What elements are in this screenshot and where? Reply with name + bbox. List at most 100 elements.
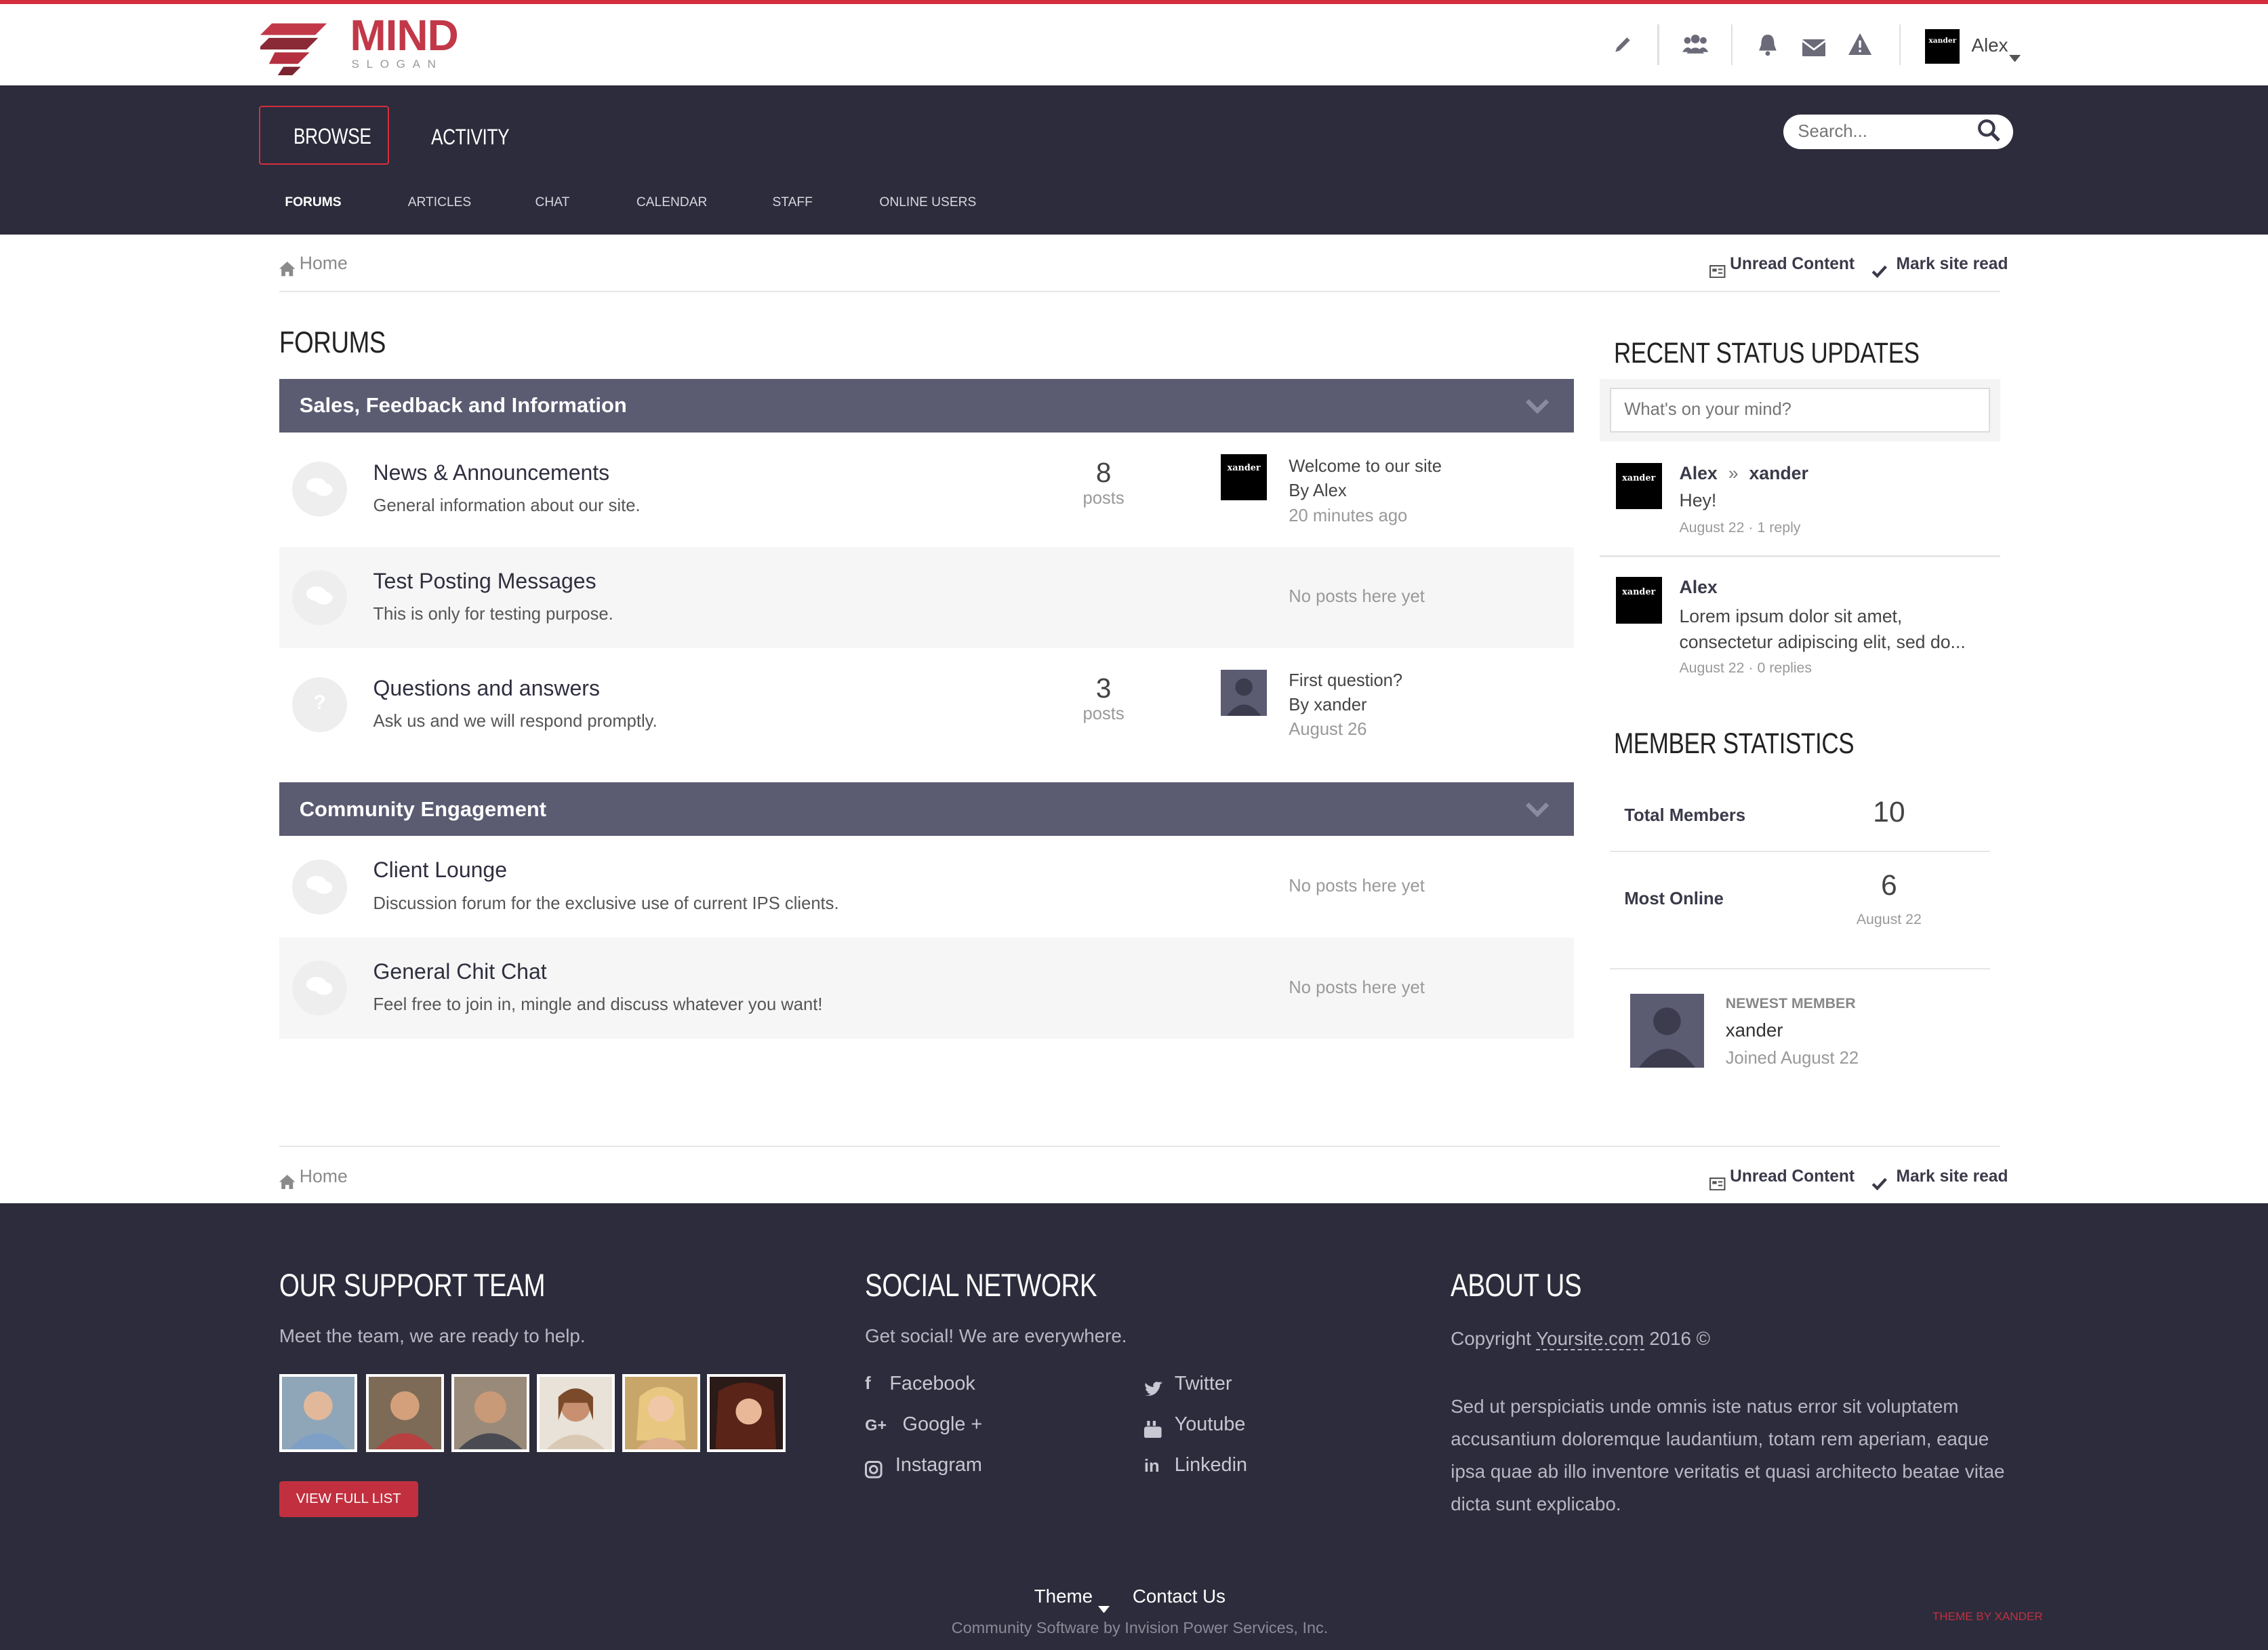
- tab-browse[interactable]: BROWSE: [258, 105, 389, 165]
- twitter-icon: [1143, 1377, 1163, 1403]
- mark-site-read-link[interactable]: Mark site read: [1897, 255, 2008, 274]
- search-icon[interactable]: [1977, 119, 2000, 148]
- forum-icon: [292, 960, 348, 1015]
- category-header[interactable]: Community Engagement: [279, 782, 1574, 837]
- subnav-articles[interactable]: ARTICLES: [408, 195, 471, 210]
- unread-icon: [1709, 258, 1726, 284]
- google-plus-link[interactable]: Google +: [903, 1413, 983, 1436]
- last-post-author[interactable]: By Alex: [1289, 479, 1442, 503]
- collapse-chevron-icon[interactable]: [1526, 803, 1550, 818]
- youtube-link[interactable]: Youtube: [1175, 1413, 1246, 1436]
- team-member-avatar[interactable]: [536, 1374, 615, 1453]
- yoursite-link[interactable]: Yoursite.com: [1536, 1327, 1644, 1350]
- instagram-link[interactable]: Instagram: [895, 1454, 982, 1476]
- contact-us-link[interactable]: Contact Us: [1133, 1586, 1226, 1607]
- status-avatar[interactable]: xander: [1615, 462, 1662, 510]
- caret-down-icon[interactable]: [1097, 1592, 1110, 1619]
- team-member-avatar[interactable]: [365, 1374, 445, 1453]
- last-post-title[interactable]: Welcome to our site: [1289, 454, 1442, 479]
- last-poster-avatar[interactable]: [1220, 669, 1268, 717]
- mail-icon[interactable]: [1802, 36, 1826, 62]
- last-post-author[interactable]: By xander: [1289, 693, 1402, 717]
- caret-down-icon[interactable]: [2008, 42, 2021, 68]
- facebook-link[interactable]: Facebook: [889, 1373, 975, 1395]
- tab-activity[interactable]: ACTIVITY: [431, 125, 510, 150]
- user-menu-name[interactable]: Alex: [1972, 35, 2008, 56]
- status-author[interactable]: Alex: [1679, 463, 1717, 483]
- facebook-icon: f: [865, 1374, 871, 1394]
- home-icon[interactable]: [279, 1169, 296, 1195]
- collapse-chevron-icon[interactable]: [1526, 399, 1550, 414]
- mark-site-read-link[interactable]: Mark site read: [1897, 1167, 2008, 1186]
- no-posts-label: No posts here yet: [1289, 877, 1425, 896]
- total-members-label: Total Members: [1624, 805, 1746, 825]
- status-author[interactable]: Alex: [1679, 577, 1717, 598]
- forum-row: General Chit Chat Feel free to join in, …: [279, 937, 1574, 1039]
- instagram-icon: [865, 1458, 883, 1485]
- team-member-avatar[interactable]: [451, 1374, 529, 1453]
- search-box: [1783, 114, 2014, 149]
- post-count-label: posts: [1082, 704, 1125, 724]
- newest-member-avatar[interactable]: [1629, 993, 1704, 1068]
- team-member-avatar[interactable]: [622, 1374, 700, 1453]
- newest-member-name[interactable]: xander: [1726, 1020, 1783, 1041]
- newest-member-label: NEWEST MEMBER: [1725, 995, 1856, 1012]
- powered-by-text[interactable]: Community Software by Invision Power Ser…: [868, 1619, 1411, 1637]
- last-poster-avatar[interactable]: xander: [1220, 454, 1268, 501]
- most-online-date: August 22: [1856, 911, 1922, 928]
- home-icon[interactable]: [279, 256, 296, 283]
- forum-title[interactable]: Questions and answers: [373, 676, 600, 701]
- brand-slogan: SLOGAN: [351, 58, 443, 71]
- status-avatar[interactable]: xander: [1615, 577, 1662, 624]
- forum-description: Discussion forum for the exclusive use o…: [373, 893, 839, 913]
- status-meta: August 22 · 0 replies: [1679, 660, 1813, 677]
- warning-icon[interactable]: [1848, 33, 1872, 61]
- category-title: Sales, Feedback and Information: [299, 393, 627, 418]
- most-online-label: Most Online: [1624, 889, 1724, 909]
- breadcrumb-home[interactable]: Home: [300, 1166, 348, 1187]
- forum-row: Client Lounge Discussion forum for the e…: [279, 836, 1574, 937]
- search-input[interactable]: [1798, 120, 1969, 144]
- unread-content-link[interactable]: Unread Content: [1730, 255, 1855, 274]
- theme-credit[interactable]: THEME BY XANDER: [1932, 1610, 2043, 1624]
- support-team-title: OUR SUPPORT TEAM: [279, 1268, 546, 1304]
- subnav-calendar[interactable]: CALENDAR: [636, 195, 708, 210]
- user-avatar[interactable]: xander: [1925, 28, 1960, 64]
- status-meta: August 22 · 1 reply: [1679, 519, 1801, 536]
- users-icon[interactable]: [1682, 33, 1709, 60]
- breadcrumb-home[interactable]: Home: [300, 253, 348, 274]
- subnav-staff[interactable]: STAFF: [773, 195, 813, 210]
- newest-member-joined: Joined August 22: [1725, 1049, 1859, 1068]
- forum-title[interactable]: Test Posting Messages: [373, 569, 596, 594]
- pencil-icon[interactable]: [1613, 35, 1633, 61]
- forums-title: FORUMS: [279, 325, 386, 360]
- category-header[interactable]: Sales, Feedback and Information: [279, 379, 1574, 433]
- bell-icon[interactable]: [1758, 33, 1778, 62]
- last-post-title[interactable]: First question?: [1289, 668, 1402, 693]
- subnav-online-users[interactable]: ONLINE USERS: [879, 195, 976, 210]
- divider: [279, 1146, 2001, 1148]
- forum-title[interactable]: Client Lounge: [373, 858, 507, 883]
- twitter-link[interactable]: Twitter: [1175, 1373, 1232, 1395]
- brand-name[interactable]: MIND: [350, 10, 458, 60]
- linkedin-link[interactable]: Linkedin: [1175, 1454, 1247, 1476]
- forum-title[interactable]: News & Announcements: [373, 460, 610, 485]
- forum-row: Test Posting Messages This is only for t…: [279, 546, 1574, 648]
- forum-title[interactable]: General Chit Chat: [373, 959, 547, 984]
- status-target[interactable]: xander: [1749, 463, 1808, 483]
- theme-selector[interactable]: Theme: [1034, 1586, 1093, 1607]
- view-full-list-button[interactable]: VIEW FULL LIST: [279, 1481, 418, 1518]
- forum-description: This is only for testing purpose.: [373, 604, 613, 624]
- no-posts-label: No posts here yet: [1289, 978, 1425, 997]
- logo-icon[interactable]: [260, 18, 333, 75]
- support-team-text: Meet the team, we are ready to help.: [279, 1325, 586, 1346]
- divider: [1610, 967, 1991, 969]
- subnav-forums[interactable]: FORUMS: [285, 195, 341, 210]
- status-input[interactable]: [1610, 387, 1991, 433]
- unread-content-link[interactable]: Unread Content: [1730, 1167, 1855, 1186]
- main-navigation: BROWSE ACTIVITY FORUMS ARTICLES CHAT CAL…: [0, 85, 2268, 235]
- subnav-chat[interactable]: CHAT: [535, 195, 570, 210]
- team-member-avatar[interactable]: [707, 1374, 786, 1453]
- status-text: Lorem ipsum dolor sit amet, consectetur …: [1679, 605, 1966, 653]
- team-member-avatar[interactable]: [279, 1374, 358, 1453]
